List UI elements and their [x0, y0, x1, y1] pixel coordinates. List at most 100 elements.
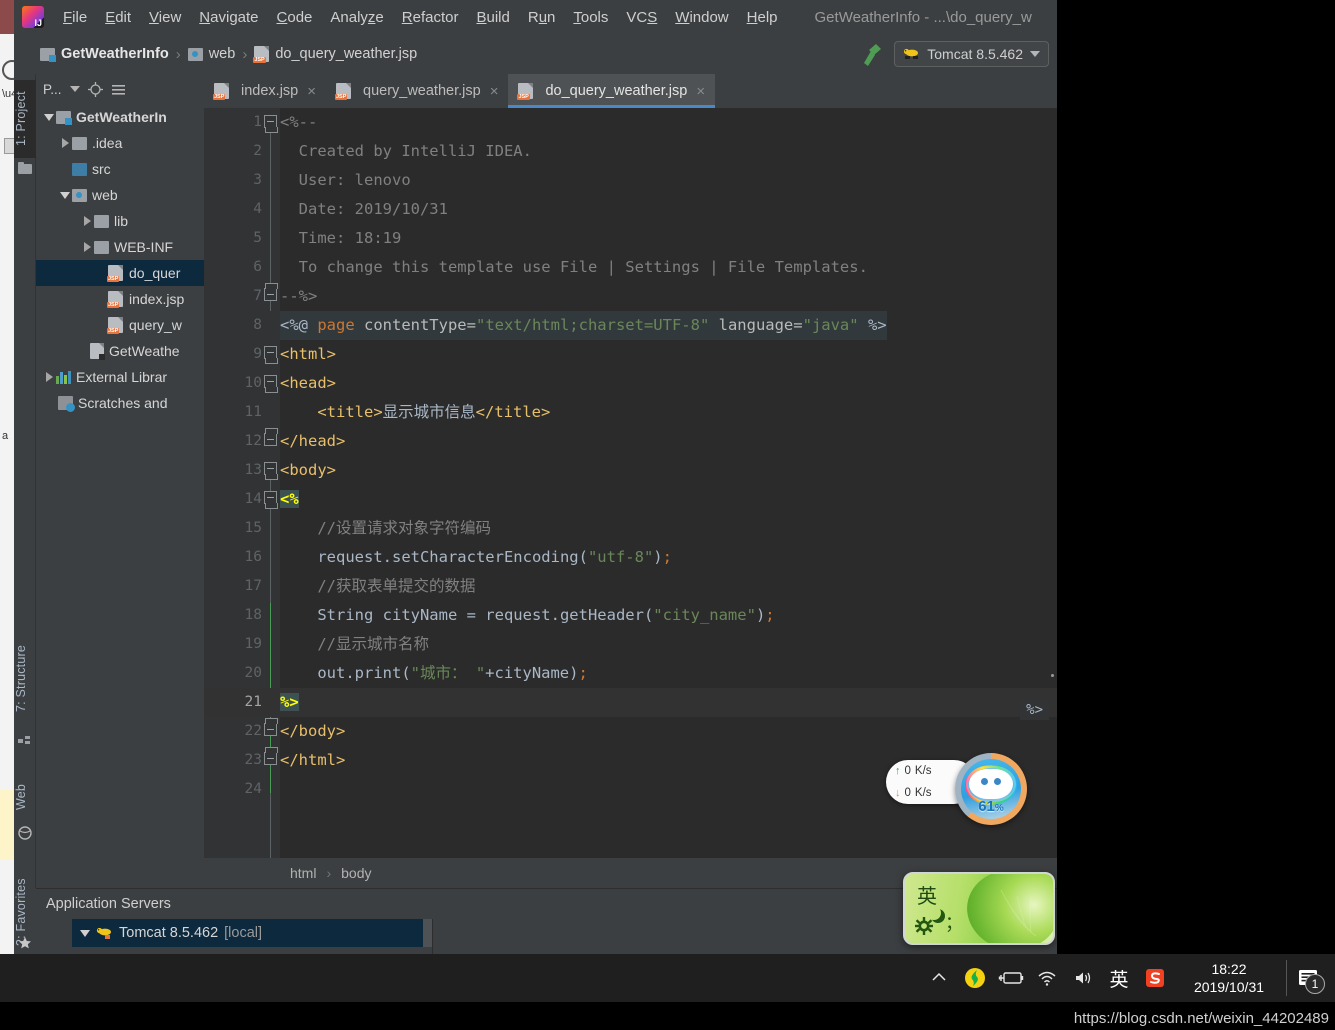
menu-item-run[interactable]: Run	[519, 6, 565, 29]
sidebar-tab-project[interactable]: 1: Project	[14, 80, 36, 158]
twisty-expanded-icon-server[interactable]	[80, 929, 90, 937]
folder-icon	[94, 214, 109, 228]
close-icon[interactable]: ×	[696, 83, 705, 100]
server-node-tomcat[interactable]: Tomcat 8.5.462 [local]	[72, 919, 432, 947]
sidebar-tab-web[interactable]: Web	[14, 774, 36, 820]
tree-node-getweatherinfo-iml[interactable]: GetWeathe	[36, 338, 204, 364]
code-line-21[interactable]: 21 %>	[204, 688, 1057, 717]
breadcrumb-web[interactable]: web	[187, 46, 235, 62]
memory-usage-ball-widget[interactable]: 61%	[955, 753, 1027, 825]
tree-node-web[interactable]: web	[36, 182, 204, 208]
breadcrumb-file[interactable]: do_query_weather.jsp	[253, 46, 417, 63]
menu-item-view[interactable]: View	[140, 6, 190, 29]
memory-usage-percent: 61%	[961, 798, 1021, 815]
code-line-11[interactable]: 11 <title>显示城市信息</title>	[204, 398, 1057, 427]
punctuation-toggle[interactable]: ；	[945, 909, 963, 935]
code-line-4[interactable]: 4 Date: 2019/10/31	[204, 195, 1057, 224]
menu-item-help[interactable]: Help	[738, 6, 787, 29]
sogou-ime-floating-bar[interactable]: 英 ；	[903, 872, 1055, 945]
code-line-18[interactable]: 18 String cityName = request.getHeader("…	[204, 601, 1057, 630]
locate-target-icon[interactable]	[87, 81, 103, 97]
run-configuration-selector[interactable]: Tomcat 8.5.462	[894, 41, 1049, 67]
tree-node-idea[interactable]: .idea	[36, 130, 204, 156]
code-line-5[interactable]: 5 Time: 18:19	[204, 224, 1057, 253]
hammer-icon[interactable]	[858, 41, 884, 67]
menu-item-refactor[interactable]: Refactor	[393, 6, 468, 29]
code-line-9[interactable]: 9 <html>	[204, 340, 1057, 369]
twisty-expanded-icon-web[interactable]	[58, 191, 72, 199]
wifi-icon[interactable]	[1029, 954, 1065, 1002]
error-stripe-marker[interactable]	[1051, 674, 1054, 677]
code-line-3[interactable]: 3 User: lenovo	[204, 166, 1057, 195]
menu-item-build[interactable]: Build	[467, 6, 518, 29]
menu-item-navigate[interactable]: Navigate	[190, 6, 267, 29]
code-line-22[interactable]: 22 </body>	[204, 717, 1057, 746]
breadcrumb-html[interactable]: html	[290, 865, 316, 881]
module-icon	[40, 47, 56, 62]
menu-item-edit[interactable]: Edit	[96, 6, 140, 29]
action-center-button[interactable]: 1	[1285, 954, 1331, 1002]
menu-item-analyze[interactable]: Analyze	[321, 6, 392, 29]
code-line-12[interactable]: 12 </head>	[204, 427, 1057, 456]
ime-mode-label[interactable]: 英	[917, 880, 937, 909]
code-line-8[interactable]: 8 <%@ page contentType="text/html;charset…	[204, 311, 1057, 340]
code-lines[interactable]: 1 <%-- 2 Created by IntelliJ IDEA. 3 User: …	[204, 108, 1057, 858]
sogou-icon[interactable]	[1137, 954, 1173, 1002]
360-safe-icon[interactable]	[957, 954, 993, 1002]
tree-node-do-query-weather-label: do_quer	[129, 265, 181, 281]
menu-item-vcs[interactable]: VCS	[617, 6, 666, 29]
code-line-1[interactable]: 1 <%--	[204, 108, 1057, 137]
editor-tab-do-query-weather-jsp[interactable]: do_query_weather.jsp ×	[508, 74, 716, 108]
gear-icon[interactable]	[915, 917, 933, 935]
code-line-13[interactable]: 13 <body>	[204, 456, 1057, 485]
twisty-collapsed-icon-lib[interactable]	[80, 216, 94, 226]
code-line-2[interactable]: 2 Created by IntelliJ IDEA.	[204, 137, 1057, 166]
code-line-6[interactable]: 6 To change this template use File | Set…	[204, 253, 1057, 282]
battery-icon[interactable]	[993, 954, 1029, 1002]
code-line-14[interactable]: 14 <%	[204, 485, 1057, 514]
close-icon[interactable]: ×	[307, 83, 316, 100]
menu-item-code[interactable]: Code	[268, 6, 322, 29]
tree-node-src[interactable]: src	[36, 156, 204, 182]
twisty-collapsed-icon-webinf[interactable]	[80, 242, 94, 252]
chevron-down-icon[interactable]	[1030, 51, 1040, 57]
editor-tab-query-weather-jsp[interactable]: query_weather.jsp ×	[326, 74, 508, 108]
twisty-collapsed-icon[interactable]	[58, 138, 72, 148]
server-panel-scrollbar[interactable]	[423, 919, 432, 947]
tree-node-do-query-weather[interactable]: do_quer	[36, 260, 204, 286]
project-view-dropdown-icon[interactable]	[69, 86, 80, 92]
code-text-14: <%	[280, 485, 299, 514]
project-tree[interactable]: GetWeatherIn .idea src web lib WEB-INF J…	[36, 104, 204, 888]
code-line-19[interactable]: 19 //显示城市名称	[204, 630, 1057, 659]
code-line-10[interactable]: 10 <head>	[204, 369, 1057, 398]
taskbar-clock[interactable]: 18:22 2019/10/31	[1173, 954, 1285, 1002]
chevron-up-icon[interactable]	[921, 954, 957, 1002]
code-line-7[interactable]: 7 --%>	[204, 282, 1057, 311]
menu-item-file[interactable]: File	[54, 6, 96, 29]
editor-tab-index-jsp[interactable]: index.jsp ×	[204, 74, 326, 108]
code-token: request.setCharacterEncoding(	[280, 548, 588, 566]
ime-indicator-icon[interactable]: 英	[1101, 954, 1137, 1002]
close-icon[interactable]: ×	[490, 83, 499, 100]
tree-node-lib[interactable]: lib	[36, 208, 204, 234]
twisty-collapsed-icon-ext[interactable]	[42, 372, 56, 382]
code-line-15[interactable]: 15 //设置请求对象字符编码	[204, 514, 1057, 543]
code-line-17[interactable]: 17 //获取表单提交的数据	[204, 572, 1057, 601]
tree-node-getweatherinfo[interactable]: GetWeatherIn	[36, 104, 204, 130]
breadcrumb-body[interactable]: body	[341, 865, 371, 881]
collapse-all-icon[interactable]	[111, 82, 126, 97]
tree-node-query-weather[interactable]: query_w	[36, 312, 204, 338]
code-line-16[interactable]: 16 request.setCharacterEncoding("utf-8")…	[204, 543, 1057, 572]
tree-node-external-libraries[interactable]: External Librar	[36, 364, 204, 390]
breadcrumb-project[interactable]: GetWeatherInfo	[40, 46, 169, 62]
tree-node-scratches[interactable]: Scratches and	[36, 390, 204, 416]
menu-item-tools[interactable]: Tools	[564, 6, 617, 29]
tree-node-external-libraries-label: External Librar	[76, 369, 168, 385]
menu-item-window[interactable]: Window	[666, 6, 737, 29]
tree-node-webinf[interactable]: WEB-INF	[36, 234, 204, 260]
tree-node-index-jsp[interactable]: index.jsp	[36, 286, 204, 312]
sidebar-tab-structure[interactable]: 7: Structure	[14, 630, 36, 726]
volume-icon[interactable]	[1065, 954, 1101, 1002]
code-line-20[interactable]: 20 out.print("城市： "+cityName);	[204, 659, 1057, 688]
twisty-expanded-icon[interactable]	[42, 113, 56, 121]
